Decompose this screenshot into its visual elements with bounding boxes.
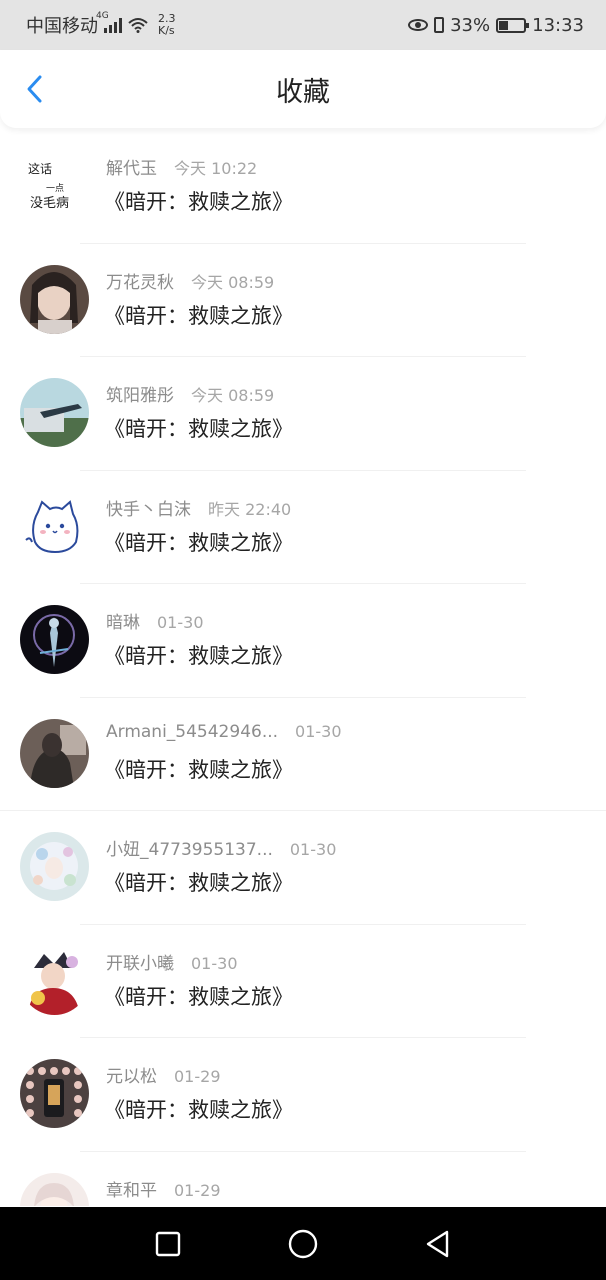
screen: 中国移动 4G 2.3 K/s 33% 13:33 收藏 这话 一点 没毛病 解… [0, 0, 606, 1280]
avatar-text-line1: 这话 [28, 161, 52, 176]
list-item[interactable]: 这话 一点 没毛病 解代玉 今天 10:22 《暗开：救赎之旅》 [0, 130, 606, 244]
system-nav-bar [0, 1207, 606, 1280]
list-item[interactable]: 章和平 01-29 [0, 1152, 606, 1206]
back-nav-button[interactable] [418, 1224, 458, 1264]
avatar[interactable] [20, 1172, 89, 1206]
battery-percent: 33% [450, 14, 491, 36]
list-item[interactable]: 快手丶白沫 昨天 22:40 《暗开：救赎之旅》 [0, 471, 606, 584]
avatar[interactable] [20, 945, 89, 1015]
avatar-text-line3: 没毛病 [30, 196, 69, 211]
timestamp: 01-30 [191, 953, 238, 973]
author-name[interactable]: 元以松 [106, 1062, 157, 1087]
list-item[interactable]: 暗琳 01-30 《暗开：救赎之旅》 [0, 584, 606, 698]
author-name[interactable]: 解代玉 [106, 154, 157, 179]
avatar[interactable] [20, 605, 89, 674]
recents-button[interactable] [148, 1224, 188, 1264]
battery-icon [496, 17, 530, 33]
carrier-label: 中国移动 [26, 16, 98, 37]
author-name[interactable]: 开联小曦 [106, 949, 174, 974]
home-button[interactable] [283, 1224, 323, 1264]
timestamp: 01-29 [174, 1067, 221, 1086]
favorites-list[interactable]: 这话 一点 没毛病 解代玉 今天 10:22 《暗开：救赎之旅》 万花灵秋 今天 0… [0, 130, 606, 1206]
timestamp: 01-30 [157, 613, 204, 632]
author-name[interactable]: 暗琳 [106, 608, 140, 633]
favorite-title[interactable]: 《暗开：救赎之旅》 [104, 754, 293, 784]
timestamp: 01-30 [289, 840, 337, 859]
avatar[interactable] [20, 491, 89, 561]
avatar[interactable] [20, 1059, 89, 1128]
list-item[interactable]: 万花灵秋 今天 08:59 《暗开：救赎之旅》 [0, 244, 606, 357]
list-item[interactable]: 元以松 01-29 《暗开：救赎之旅》 [0, 1038, 606, 1152]
timestamp: 昨天 22:40 [208, 499, 292, 519]
favorite-title[interactable]: 《暗开：救赎之旅》 [104, 413, 293, 443]
eye-comfort-icon [408, 19, 429, 31]
wifi-icon [128, 18, 148, 33]
avatar[interactable] [20, 832, 89, 901]
network-type: 4G [96, 11, 109, 21]
favorite-title[interactable]: 《暗开：救赎之旅》 [104, 981, 293, 1011]
author-name[interactable]: Armani_54542946... [106, 722, 278, 742]
avatar[interactable] [20, 718, 89, 788]
avatar-text-line2: 一点 [46, 183, 64, 194]
favorite-title[interactable]: 《暗开：救赎之旅》 [104, 186, 293, 216]
author-name[interactable]: 筑阳雅彤 [106, 381, 174, 406]
favorite-title[interactable]: 《暗开：救赎之旅》 [104, 640, 293, 670]
list-item[interactable]: Armani_54542946... 01-30 《暗开：救赎之旅》 [0, 698, 606, 811]
back-button[interactable] [18, 72, 52, 106]
list-item[interactable]: 开联小曦 01-30 《暗开：救赎之旅》 [0, 925, 606, 1038]
avatar[interactable]: 这话 一点 没毛病 [20, 151, 89, 220]
favorite-title[interactable]: 《暗开：救赎之旅》 [104, 867, 293, 897]
favorite-title[interactable]: 《暗开：救赎之旅》 [104, 300, 293, 330]
author-name[interactable]: 小妞_4773955137... [106, 835, 273, 860]
author-name[interactable]: 章和平 [106, 1176, 157, 1201]
triangle-back-icon [427, 1230, 449, 1257]
status-bar: 中国移动 4G 2.3 K/s 33% 13:33 [0, 0, 606, 50]
list-item[interactable]: 小妞_4773955137... 01-30 《暗开：救赎之旅》 [0, 811, 606, 925]
list-item[interactable]: 筑阳雅彤 今天 08:59 《暗开：救赎之旅》 [0, 357, 606, 471]
timestamp: 01-29 [174, 1180, 221, 1200]
favorite-title[interactable]: 《暗开：救赎之旅》 [104, 527, 293, 557]
timestamp: 今天 10:22 [174, 159, 258, 178]
app-header: 收藏 [0, 50, 606, 128]
timestamp: 今天 08:59 [191, 272, 275, 292]
cellular-signal-icon: 4G [96, 11, 122, 33]
square-icon [155, 1231, 180, 1256]
author-name[interactable]: 快手丶白沫 [106, 495, 191, 520]
clock: 13:33 [532, 14, 584, 36]
network-speed: 2.3 K/s [158, 12, 176, 37]
timestamp: 今天 08:59 [191, 386, 275, 405]
page-title: 收藏 [276, 76, 330, 108]
favorite-title[interactable]: 《暗开：救赎之旅》 [104, 1094, 293, 1124]
author-name[interactable]: 万花灵秋 [106, 268, 174, 293]
circle-icon [288, 1229, 318, 1258]
vibrate-icon [434, 17, 445, 33]
timestamp: 01-30 [295, 721, 342, 741]
avatar[interactable] [20, 264, 89, 334]
chevron-left-icon [27, 75, 42, 103]
avatar[interactable] [20, 378, 89, 447]
